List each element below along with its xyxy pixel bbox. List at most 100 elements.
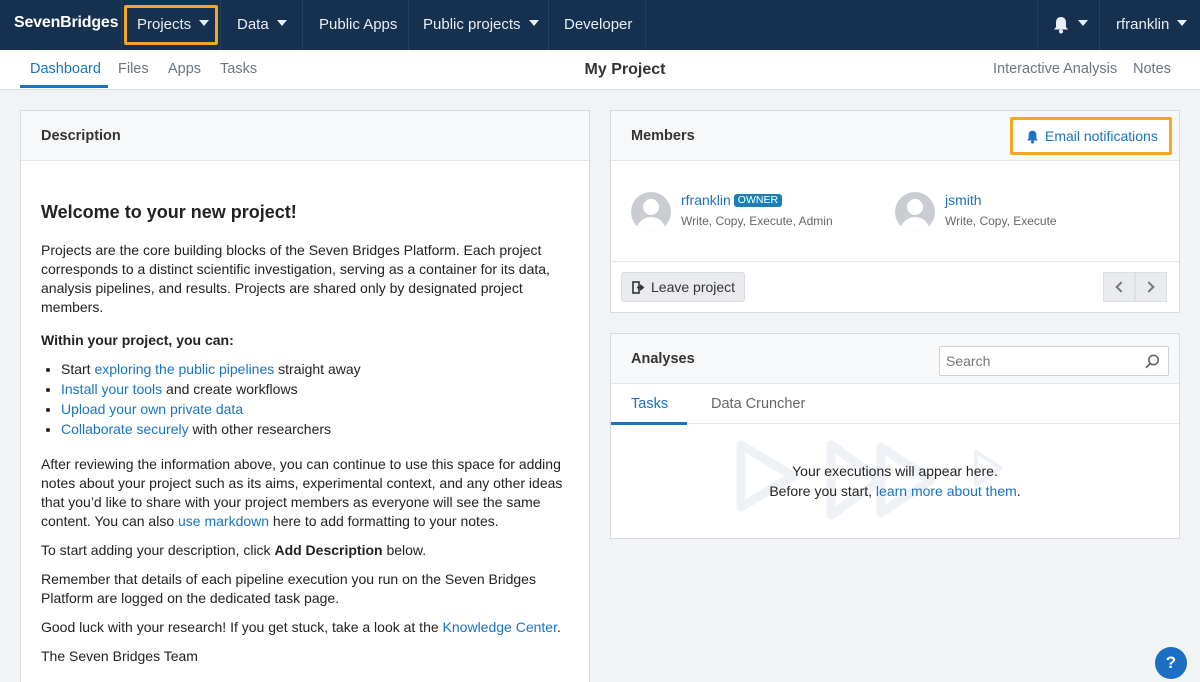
start-text-post: below. — [382, 542, 427, 558]
member-name[interactable]: rfranklin OWNER — [681, 192, 783, 208]
tab-apps[interactable]: Apps — [168, 50, 201, 90]
remember-text: Remember that details of each pipeline e… — [41, 571, 536, 606]
after-text: After reviewing the information above, y… — [41, 455, 571, 531]
within-heading-text: Within your project, you can: — [41, 332, 234, 348]
members-next-button[interactable] — [1135, 272, 1167, 302]
list-text: Start — [61, 361, 95, 377]
description-content: Welcome to your new project! Projects ar… — [41, 201, 571, 676]
tab-dashboard[interactable]: Dashboard — [30, 50, 101, 90]
active-tab-indicator — [20, 85, 108, 88]
collaborate-link[interactable]: Collaborate securely — [61, 421, 189, 437]
members-panel: Members Email notifications rfranklin OWN… — [610, 110, 1180, 313]
nav-public-apps-label: Public Apps — [319, 16, 398, 33]
tab-interactive-analysis[interactable]: Interactive Analysis — [993, 50, 1117, 90]
luck-text: Good luck with your research! If you get… — [41, 618, 571, 637]
list-item: Collaborate securely with other research… — [61, 419, 571, 439]
member-permissions: Write, Copy, Execute — [945, 214, 1057, 228]
welcome-heading: Welcome to your new project! — [41, 202, 297, 222]
upload-data-link[interactable]: Upload your own private data — [61, 401, 243, 417]
avatar — [631, 192, 671, 232]
explore-pipelines-link[interactable]: exploring the public pipelines — [94, 361, 274, 377]
analyses-panel: Analyses Tasks Data Cruncher Your execut… — [610, 333, 1180, 539]
tab-files[interactable]: Files — [118, 50, 149, 90]
nav-separator — [302, 0, 303, 50]
project-subnav: My Project Dashboard Files Apps Tasks In… — [0, 50, 1200, 90]
tab-notes[interactable]: Notes — [1133, 50, 1171, 90]
list-item: Upload your own private data — [61, 399, 571, 419]
list-text: with other researchers — [188, 421, 332, 437]
chevron-down-icon — [1078, 20, 1088, 27]
markdown-link[interactable]: use markdown — [178, 513, 269, 529]
empty-line-2-post: . — [1016, 483, 1021, 499]
learn-more-link[interactable]: learn more about them — [876, 483, 1017, 499]
search-icon[interactable] — [1145, 354, 1160, 369]
chevron-down-icon — [528, 20, 539, 27]
empty-line-2: Before you start, learn more about them. — [611, 481, 1179, 501]
analyses-title: Analyses — [631, 351, 695, 367]
projects-highlight — [124, 5, 218, 45]
member-permissions: Write, Copy, Execute, Admin — [681, 214, 833, 228]
nav-public-apps[interactable]: Public Apps — [319, 0, 397, 50]
tab-data-cruncher[interactable]: Data Cruncher — [711, 384, 805, 424]
top-navbar: SevenBridges Projects Data Public Apps P… — [0, 0, 1200, 50]
divider — [611, 261, 1179, 262]
chevron-right-icon — [1143, 281, 1155, 293]
nav-separator — [121, 0, 122, 50]
signature: The Seven Bridges Team — [41, 648, 198, 664]
empty-state-message: Your executions will appear here. Before… — [611, 461, 1179, 501]
member-name-text: rfranklin — [681, 192, 731, 208]
tab-tasks[interactable]: Tasks — [220, 50, 257, 90]
install-tools-link[interactable]: Install your tools — [61, 381, 162, 397]
nav-developer[interactable]: Developer — [564, 0, 632, 50]
nav-separator — [645, 0, 646, 50]
bell-icon[interactable] — [1053, 16, 1069, 34]
active-tab-indicator — [611, 422, 687, 425]
nav-separator — [1037, 0, 1038, 50]
list-text: and create workflows — [162, 381, 298, 397]
member-name[interactable]: jsmith — [945, 192, 982, 208]
add-description-ref: Add Description — [274, 542, 383, 558]
empty-line-1: Your executions will appear here. — [792, 463, 998, 479]
nav-public-projects[interactable]: Public projects — [423, 0, 539, 50]
start-text: To start adding your description, click … — [41, 541, 571, 560]
tab-tasks[interactable]: Tasks — [631, 384, 668, 424]
brand-logo[interactable]: SevenBridges — [14, 14, 119, 32]
analyses-header: Analyses — [611, 334, 1179, 384]
leave-project-label: Leave project — [651, 279, 736, 295]
nav-separator — [220, 0, 221, 50]
list-text: straight away — [274, 361, 361, 377]
start-text-pre: To start adding your description, click — [41, 542, 275, 558]
intro-text: Projects are the core building blocks of… — [41, 242, 550, 315]
bell-icon — [1027, 130, 1038, 144]
list-item: Start exploring the public pipelines str… — [61, 359, 571, 379]
nav-public-projects-label: Public projects — [423, 16, 521, 33]
nav-separator — [1099, 0, 1100, 50]
email-notifications-button[interactable]: Email notifications — [1010, 117, 1172, 155]
knowledge-center-link[interactable]: Knowledge Center — [443, 619, 557, 635]
nav-data-label: Data — [237, 16, 269, 33]
search-input[interactable] — [940, 347, 1130, 375]
nav-developer-label: Developer — [564, 16, 633, 33]
list-item: Install your tools and create workflows — [61, 379, 571, 399]
analyses-search — [939, 346, 1169, 376]
nav-separator — [408, 0, 409, 50]
owner-badge: OWNER — [733, 194, 783, 207]
description-title: Description — [41, 128, 121, 144]
help-button[interactable]: ? — [1155, 647, 1187, 679]
nav-data[interactable]: Data — [237, 0, 287, 50]
nav-separator — [548, 0, 549, 50]
after-text-end: here to add formatting to your notes. — [269, 513, 499, 529]
empty-line-2-pre: Before you start, — [769, 483, 876, 499]
members-prev-button[interactable] — [1103, 272, 1135, 302]
notifications-dropdown[interactable] — [1070, 0, 1088, 50]
user-menu[interactable]: rfranklin — [1116, 0, 1188, 50]
description-header: Description — [21, 111, 589, 161]
analyses-tabs: Tasks Data Cruncher — [611, 384, 1179, 424]
avatar — [895, 192, 935, 232]
chevron-down-icon — [276, 20, 287, 27]
email-notifications-label: Email notifications — [1045, 128, 1158, 144]
leave-project-button[interactable]: Leave project — [621, 272, 745, 302]
capabilities-list: Start exploring the public pipelines str… — [61, 359, 571, 439]
members-title: Members — [631, 128, 695, 144]
luck-text-post: . — [556, 619, 561, 635]
